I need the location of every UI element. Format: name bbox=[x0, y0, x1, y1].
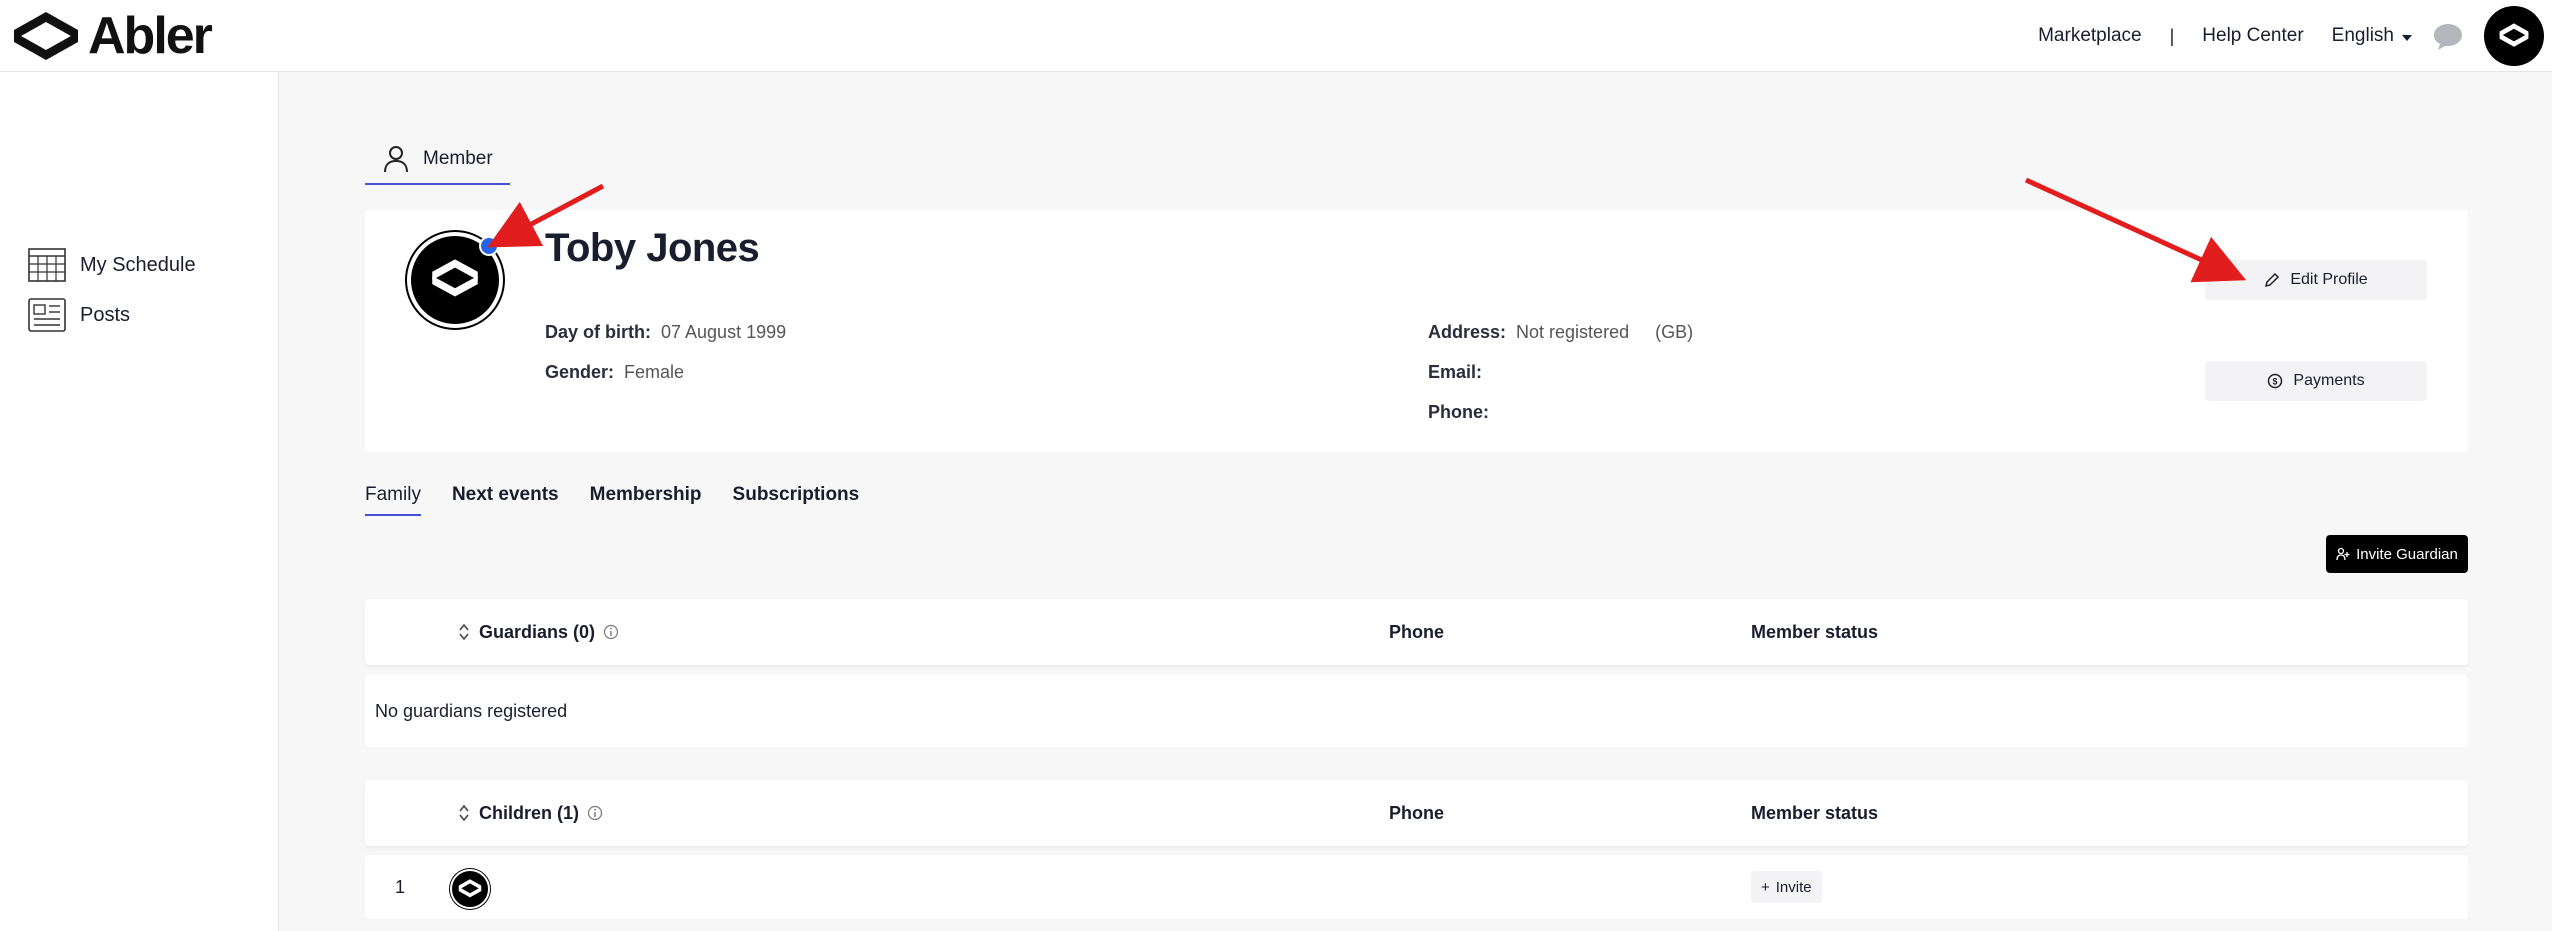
marketplace-link[interactable]: Marketplace bbox=[2038, 25, 2142, 47]
invite-button[interactable]: + Invite bbox=[1751, 871, 1822, 903]
address-country: (GB) bbox=[1655, 322, 1694, 342]
profile-card: Toby Jones Day of birth: 07 August 1999 G… bbox=[365, 210, 2468, 452]
address-label: Address: bbox=[1428, 322, 1507, 342]
sidebar-item-posts[interactable]: Posts bbox=[28, 298, 130, 332]
children-status-header: Member status bbox=[1751, 802, 1879, 823]
notification-dot bbox=[479, 236, 499, 256]
child-avatar[interactable] bbox=[450, 869, 490, 909]
guardians-header-label: Guardians bbox=[479, 621, 569, 642]
guardians-empty-row: No guardians registered bbox=[365, 675, 2468, 747]
tab-subscriptions[interactable]: Subscriptions bbox=[733, 484, 860, 516]
sort-icon bbox=[459, 623, 469, 641]
address-value: Not registered bbox=[1516, 322, 1630, 342]
language-label: English bbox=[2331, 25, 2394, 46]
sidebar-item-label: Posts bbox=[80, 303, 131, 326]
children-table-header: Children (1) Phone Member status bbox=[365, 780, 2468, 846]
guardians-phone-header: Phone bbox=[1389, 621, 1445, 642]
payments-label: Payments bbox=[2293, 372, 2365, 389]
table-row[interactable]: 1 + Invite bbox=[365, 855, 2468, 919]
tab-family[interactable]: Family bbox=[365, 484, 421, 516]
calendar-grid-icon bbox=[28, 248, 66, 282]
pencil-icon bbox=[2265, 272, 2280, 288]
sort-icon bbox=[459, 804, 469, 822]
gender-field: Gender: Female bbox=[545, 362, 684, 383]
tab-member[interactable]: Member bbox=[365, 135, 510, 185]
phone-label: Phone: bbox=[1428, 402, 1489, 422]
nav-separator: | bbox=[2169, 25, 2175, 46]
sidebar-item-my-schedule[interactable]: My Schedule bbox=[28, 248, 196, 282]
caret-down-icon bbox=[2402, 34, 2412, 41]
add-person-icon bbox=[2336, 547, 2350, 561]
invite-guardian-label: Invite Guardian bbox=[2356, 545, 2458, 563]
profile-name: Toby Jones bbox=[545, 226, 760, 270]
language-selector[interactable]: English bbox=[2332, 25, 2412, 47]
email-field: Email: bbox=[1428, 362, 1492, 383]
plus-icon: + bbox=[1761, 878, 1770, 896]
gender-label: Gender: bbox=[545, 362, 615, 382]
children-phone-header: Phone bbox=[1389, 802, 1445, 823]
top-navigation: Marketplace | Help Center English bbox=[2038, 0, 2552, 72]
help-center-link[interactable]: Help Center bbox=[2202, 25, 2303, 47]
edit-profile-button[interactable]: Edit Profile bbox=[2205, 260, 2427, 300]
abler-logo[interactable]: Abler bbox=[12, 7, 213, 65]
abler-avatar-icon bbox=[458, 879, 482, 898]
dob-field: Day of birth: 07 August 1999 bbox=[545, 322, 786, 343]
row-number: 1 bbox=[395, 876, 406, 897]
dob-label: Day of birth: bbox=[545, 322, 651, 342]
info-icon[interactable] bbox=[603, 624, 619, 640]
abler-avatar-icon bbox=[2499, 23, 2529, 47]
brand-name: Abler bbox=[88, 7, 213, 65]
guardians-status-header: Member status bbox=[1751, 621, 1879, 642]
tab-next-events[interactable]: Next events bbox=[452, 484, 559, 516]
info-icon[interactable] bbox=[587, 805, 603, 821]
user-avatar[interactable] bbox=[2484, 6, 2544, 66]
tab-member-label: Member bbox=[423, 148, 493, 169]
address-field: Address: Not registered (GB) bbox=[1428, 322, 1693, 343]
profile-tabs: Family Next events Membership Subscripti… bbox=[365, 484, 890, 516]
invite-guardian-button[interactable]: Invite Guardian bbox=[2326, 535, 2468, 573]
top-bar: Abler Marketplace | Help Center English bbox=[0, 0, 2552, 72]
person-icon bbox=[384, 146, 408, 173]
children-count: (1) bbox=[557, 802, 580, 823]
coin-icon: $ bbox=[2268, 373, 2283, 389]
guardians-table-header: Guardians (0) Phone Member status bbox=[365, 599, 2468, 665]
children-header-label: Children bbox=[479, 802, 553, 823]
phone-field: Phone: bbox=[1428, 402, 1499, 423]
gender-value: Female bbox=[624, 362, 685, 382]
svg-text:$: $ bbox=[2273, 377, 2278, 387]
guardians-count: (0) bbox=[573, 621, 596, 642]
email-label: Email: bbox=[1428, 362, 1483, 382]
abler-avatar-icon bbox=[432, 259, 478, 297]
children-column-header[interactable]: Children (1) bbox=[457, 780, 603, 846]
dob-value: 07 August 1999 bbox=[661, 322, 787, 342]
chat-icon[interactable] bbox=[2432, 20, 2464, 52]
edit-profile-label: Edit Profile bbox=[2290, 271, 2368, 288]
guardians-column-header[interactable]: Guardians (0) bbox=[457, 599, 619, 665]
invite-label: Invite bbox=[1775, 878, 1812, 896]
abler-logo-icon bbox=[14, 12, 78, 60]
tab-membership[interactable]: Membership bbox=[590, 484, 702, 516]
no-guardians-text: No guardians registered bbox=[375, 700, 568, 721]
newspaper-icon bbox=[28, 298, 66, 332]
payments-button[interactable]: $ Payments bbox=[2205, 361, 2427, 401]
sidebar: My Schedule Posts bbox=[0, 72, 279, 931]
sidebar-item-label: My Schedule bbox=[80, 253, 196, 276]
